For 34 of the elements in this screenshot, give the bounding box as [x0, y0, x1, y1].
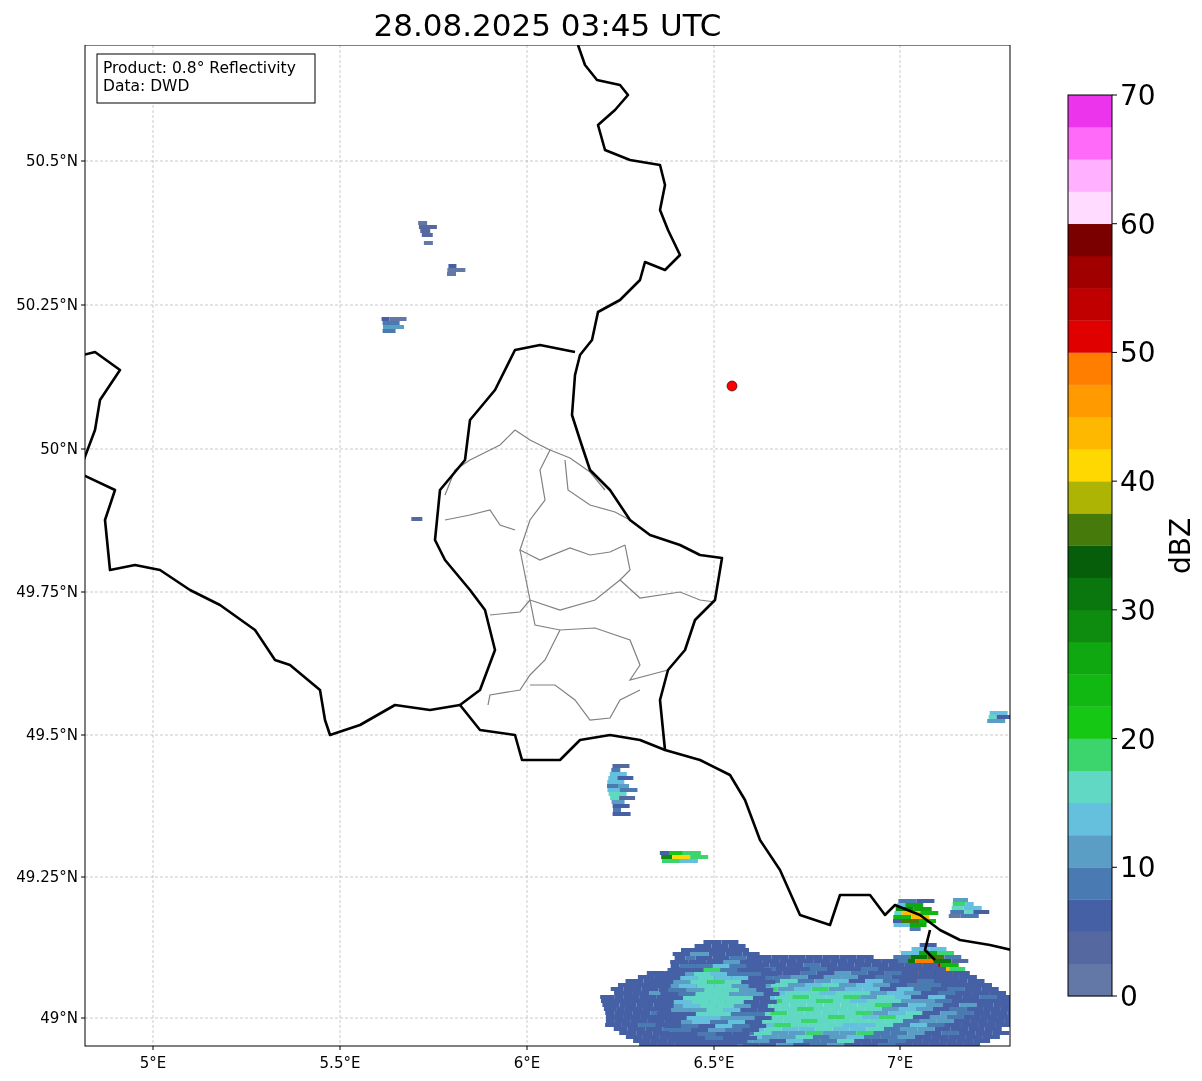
info-text: Product: 0.8° Reflectivity — [103, 59, 296, 77]
chart-title: 28.08.2025 03:45 UTC — [372, 6, 723, 45]
radar-echo — [418, 221, 437, 245]
axis-label: 49.5°N — [25, 726, 78, 744]
radar-echo — [607, 764, 638, 816]
axis-label: 5.5°E — [319, 1054, 361, 1072]
axis-label: 49.75°N — [16, 583, 78, 601]
colorbar-label: 50 — [1120, 336, 1156, 370]
colorbar-label: 70 — [1120, 79, 1156, 112]
colorbar-label: 60 — [1120, 207, 1156, 241]
location-marker — [726, 380, 738, 392]
radar-echo — [411, 517, 423, 521]
radar-echo — [447, 264, 466, 276]
radar-echo — [659, 851, 709, 863]
axis-label: 6°E — [513, 1054, 541, 1072]
colorbar-title: dBZ — [1164, 517, 1197, 575]
colorbar-label: 0 — [1120, 980, 1138, 1013]
axis-label: 50°N — [40, 440, 78, 458]
radar-echo — [948, 898, 990, 918]
radar-echo — [893, 899, 939, 931]
axis-label: 50.25°N — [16, 296, 78, 314]
axis-label: 49.25°N — [16, 868, 78, 886]
axis-label: 5°E — [139, 1054, 167, 1072]
axis-label: 6.5°E — [693, 1054, 735, 1072]
radar-echo — [987, 711, 1010, 723]
axis-label: 49°N — [40, 1009, 78, 1027]
colorbar-label: 40 — [1120, 465, 1156, 499]
axis-label: 50.5°N — [25, 152, 78, 170]
radar-echo — [381, 317, 407, 333]
colorbar-label: 20 — [1120, 722, 1156, 756]
info-text: Data: DWD — [103, 77, 190, 95]
axis-label: 7°E — [886, 1054, 914, 1072]
colorbar-label: 10 — [1120, 851, 1156, 885]
colorbar-label: 30 — [1120, 593, 1156, 627]
